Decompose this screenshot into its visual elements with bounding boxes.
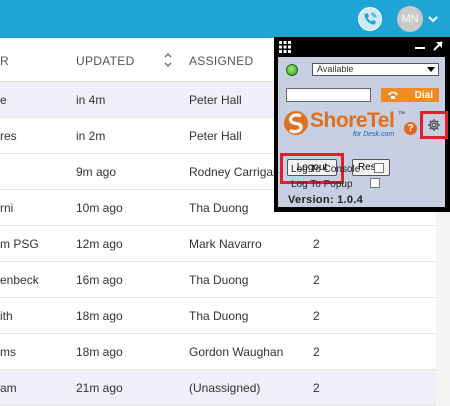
column-header-subject[interactable]: R <box>0 54 9 68</box>
cell-subject: res <box>0 129 17 143</box>
cell-subject: ith <box>0 309 13 323</box>
table-row[interactable]: m PSG 12m ago Mark Navarro 2 <box>0 226 450 262</box>
cell-subject: am <box>0 381 17 395</box>
cell-subject: rni <box>0 201 14 215</box>
chevron-down-icon[interactable] <box>427 13 439 25</box>
cell-updated: 10m ago <box>76 201 123 215</box>
expand-icon[interactable] <box>432 40 444 52</box>
avatar[interactable]: MN <box>397 6 423 32</box>
cell-assigned: Mark Navarro <box>189 237 262 251</box>
cell-subject: ms <box>0 345 16 359</box>
phone-icon <box>364 12 377 25</box>
column-header-assigned[interactable]: ASSIGNED <box>189 54 253 68</box>
table-row[interactable]: enbeck 16m ago Tha Duong 2 <box>0 262 450 298</box>
shoretel-swirl-icon <box>284 111 308 135</box>
cell-updated: 18m ago <box>76 309 123 323</box>
cell-updated: 9m ago <box>76 165 117 179</box>
logo-subtitle: for Desk.com <box>353 131 395 138</box>
shoretel-logo: ShoreTel ™ for Desk.com <box>283 109 408 139</box>
cell-assigned: Peter Hall <box>189 129 242 143</box>
settings-highlight[interactable] <box>420 111 448 139</box>
cell-assigned: (Unassigned) <box>189 381 261 395</box>
cell-count: 2 <box>313 237 320 251</box>
cell-updated: 18m ago <box>76 345 123 359</box>
cell-count: 2 <box>313 309 320 323</box>
shoretel-panel: Available Dial ShoreTel ™ for Desk.com ? <box>278 57 448 207</box>
cell-updated: 16m ago <box>76 273 123 287</box>
top-bar: MN <box>0 0 450 38</box>
table-row[interactable]: am 21m ago (Unassigned) 2 <box>0 370 450 406</box>
minimize-icon[interactable] <box>415 47 425 49</box>
help-icon[interactable]: ? <box>404 122 417 135</box>
cell-updated: in 2m <box>76 129 106 143</box>
presence-icon <box>286 64 298 76</box>
cell-updated: in 4m <box>76 93 106 107</box>
cell-assigned: Rodney Carrigan <box>189 165 280 179</box>
phone-button[interactable] <box>358 7 382 31</box>
version-text: Version: 1.0.4 <box>288 194 364 206</box>
cell-count: 2 <box>313 273 320 287</box>
dial-label: Dial <box>414 89 433 101</box>
logo-trademark: ™ <box>398 111 405 118</box>
cell-assigned: Tha Duong <box>189 309 249 323</box>
table-row[interactable]: ith 18m ago Tha Duong 2 <box>0 298 450 334</box>
log-console-label: Log To Console <box>291 164 361 175</box>
shoretel-popup: Available Dial ShoreTel ™ for Desk.com ? <box>274 37 450 212</box>
dial-button[interactable]: Dial <box>381 88 439 102</box>
status-value: Available <box>317 64 354 74</box>
gear-icon[interactable] <box>427 118 441 132</box>
cell-count: 2 <box>313 381 320 395</box>
cell-assigned: Tha Duong <box>189 201 249 215</box>
table-row[interactable]: ms 18m ago Gordon Waughan 2 <box>0 334 450 370</box>
column-header-updated[interactable]: UPDATED <box>76 54 135 68</box>
status-select[interactable]: Available <box>312 63 439 76</box>
logo-text: ShoreTel <box>310 109 395 132</box>
dial-phone-icon <box>388 91 398 99</box>
cell-assigned: Peter Hall <box>189 93 242 107</box>
avatar-initials: MN <box>401 13 419 25</box>
cell-count: 2 <box>313 345 320 359</box>
help-label: ? <box>407 123 414 134</box>
cell-updated: 21m ago <box>76 381 123 395</box>
sort-arrows-icon[interactable] <box>163 50 173 70</box>
cell-updated: 12m ago <box>76 237 123 251</box>
grid-menu-icon[interactable] <box>279 41 291 53</box>
cell-assigned: Gordon Waughan <box>189 345 284 359</box>
log-console-checkbox[interactable] <box>374 163 384 173</box>
dial-number-input[interactable] <box>286 88 371 102</box>
cell-subject: enbeck <box>0 273 39 287</box>
cell-subject: e <box>0 93 7 107</box>
log-popup-label: Log To Popup <box>291 179 353 190</box>
cell-assigned: Tha Duong <box>189 273 249 287</box>
dropdown-arrow-icon <box>427 67 435 72</box>
cell-subject: m PSG <box>0 237 39 251</box>
log-popup-checkbox[interactable] <box>370 178 380 188</box>
